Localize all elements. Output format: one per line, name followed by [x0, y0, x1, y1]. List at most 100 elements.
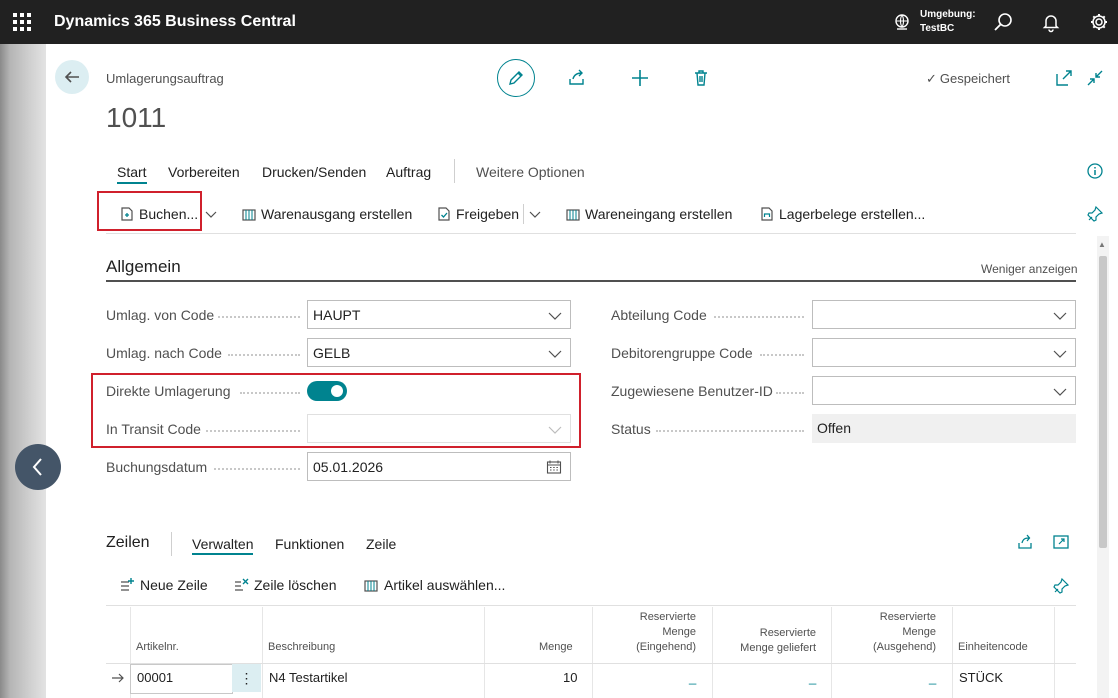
row-actions-menu-button[interactable]: ⋮ [232, 664, 261, 692]
field-label-status: Status [611, 421, 651, 437]
grid-column-divider [831, 607, 832, 698]
lines-expand-icon[interactable] [1052, 533, 1070, 551]
field-label-transfer-from: Umlag. von Code [106, 307, 215, 323]
status-value: Offen [817, 420, 851, 436]
lines-tab-line[interactable]: Zeile [366, 536, 396, 552]
assigned-user-select[interactable] [812, 376, 1076, 405]
environment-info[interactable]: Umgebung: TestBC [920, 8, 976, 36]
create-warehouse-docs-label: Lagerbelege erstellen... [779, 206, 926, 222]
settings-gear-icon[interactable] [1088, 11, 1110, 33]
highlight-post-button [97, 191, 202, 231]
pencil-icon [509, 71, 523, 85]
customer-group-select[interactable] [812, 338, 1076, 367]
back-button[interactable] [55, 60, 89, 94]
column-header-item-no[interactable]: Artikelnr. [136, 640, 179, 655]
posting-date-value: 05.01.2026 [313, 459, 384, 475]
transfer-to-select[interactable]: GELB [307, 338, 571, 367]
create-shipment-button[interactable]: Warenausgang erstellen [241, 206, 412, 222]
scrollbar-thumb[interactable] [1099, 256, 1107, 548]
section-divider [106, 280, 1076, 282]
lines-tab-manage[interactable]: Verwalten [192, 536, 254, 555]
select-items-button[interactable]: Artikel auswählen... [363, 577, 505, 593]
tab-divider [454, 159, 455, 183]
pin-actions-icon[interactable] [1086, 205, 1104, 223]
section-general-title[interactable]: Allgemein [106, 257, 181, 277]
open-new-window-icon[interactable] [1053, 67, 1075, 89]
edit-button[interactable] [497, 59, 535, 97]
record-number-title: 1011 [106, 102, 167, 133]
cell-quantity[interactable]: 10 [563, 670, 577, 685]
collapse-panel-button[interactable] [15, 444, 61, 490]
select-items-icon [364, 580, 378, 592]
show-less-link[interactable]: Weniger anzeigen [981, 262, 1078, 276]
create-receipt-button[interactable]: Wareneingang erstellen [565, 206, 732, 222]
new-record-plus-icon[interactable] [629, 67, 651, 89]
cell-reserved-outbound[interactable]: _ [929, 670, 936, 685]
field-dots [656, 430, 804, 432]
checkmark-icon: ✓ [926, 71, 937, 86]
delete-line-button[interactable]: Zeile löschen [233, 577, 337, 593]
warehouse-document-icon [761, 207, 773, 221]
field-dots [218, 316, 300, 318]
release-button[interactable]: Freigeben [436, 206, 519, 222]
field-label-transfer-to: Umlag. nach Code [106, 345, 222, 361]
field-label-posting-date: Buchungsdatum [106, 459, 208, 475]
app-bar: Dynamics 365 Business Central Umgebung: … [0, 0, 1118, 44]
delete-line-icon [235, 578, 249, 591]
collapse-focus-icon[interactable] [1084, 67, 1106, 89]
delete-trash-icon[interactable] [690, 67, 712, 89]
transfer-from-select[interactable]: HAUPT [307, 300, 571, 329]
pin-lines-actions-icon[interactable] [1052, 577, 1070, 595]
cell-reserved-shipped[interactable]: _ [809, 670, 816, 685]
column-header-reserved-outbound[interactable]: Reservierte Menge (Ausgehend) [837, 610, 936, 655]
grid-column-divider [1054, 607, 1055, 698]
post-dropdown-chevron-icon[interactable] [204, 207, 218, 221]
notification-bell-icon[interactable] [1040, 11, 1062, 33]
column-header-line: Menge geliefert [740, 642, 816, 654]
chevron-down-icon [1053, 350, 1067, 358]
cell-description[interactable]: N4 Testartikel [269, 670, 348, 685]
release-split-divider [523, 204, 524, 224]
grid-column-divider [592, 607, 593, 698]
create-shipment-label: Warenausgang erstellen [261, 206, 413, 222]
create-warehouse-docs-button[interactable]: Lagerbelege erstellen... [759, 206, 925, 222]
status-field: Offen [812, 414, 1076, 443]
column-header-reserved-inbound[interactable]: Reservierte Menge (Eingehend) [598, 610, 696, 655]
new-line-button[interactable]: Neue Zeile [119, 577, 208, 593]
release-dropdown-chevron-icon[interactable] [528, 207, 542, 221]
grid-column-divider [952, 607, 953, 698]
info-icon[interactable] [1086, 162, 1104, 180]
posting-date-input[interactable]: 05.01.2026 [307, 452, 571, 481]
tab-weitere-optionen[interactable]: Weitere Optionen [476, 164, 585, 180]
column-header-uom[interactable]: Einheitencode [958, 640, 1028, 655]
department-select[interactable] [812, 300, 1076, 329]
column-header-description[interactable]: Beschreibung [268, 640, 335, 655]
share-icon[interactable] [566, 67, 588, 89]
tab-vorbereiten[interactable]: Vorbereiten [168, 164, 240, 180]
calendar-icon[interactable] [546, 459, 562, 475]
cell-uom[interactable]: STÜCK [959, 670, 1003, 685]
tab-drucken-senden[interactable]: Drucken/Senden [262, 164, 366, 180]
lines-share-icon[interactable] [1016, 533, 1034, 551]
chevron-left-icon [32, 458, 42, 476]
field-dots [228, 354, 300, 356]
lines-divider [171, 532, 172, 556]
search-icon[interactable] [992, 11, 1014, 33]
column-header-quantity[interactable]: Menge [539, 640, 573, 655]
background-page-strip [0, 44, 46, 698]
page-breadcrumb: Umlagerungsauftrag [106, 71, 224, 86]
app-title[interactable]: Dynamics 365 Business Central [54, 13, 296, 31]
receipt-icon [566, 209, 580, 221]
environment-label: Umgebung: [920, 9, 976, 20]
lines-tab-functions[interactable]: Funktionen [275, 536, 344, 552]
cell-reserved-inbound[interactable]: _ [689, 670, 696, 685]
grid-column-divider [484, 607, 485, 698]
shipment-icon [242, 209, 256, 221]
tab-auftrag[interactable]: Auftrag [386, 164, 431, 180]
column-header-reserved-shipped[interactable]: Reservierte Menge geliefert [718, 626, 816, 656]
tab-start[interactable]: Start [117, 164, 147, 184]
app-launcher-icon[interactable] [13, 13, 31, 31]
scroll-up-arrow-icon[interactable]: ▲ [1098, 240, 1106, 249]
chevron-down-icon [548, 350, 562, 358]
lines-title[interactable]: Zeilen [106, 534, 150, 552]
